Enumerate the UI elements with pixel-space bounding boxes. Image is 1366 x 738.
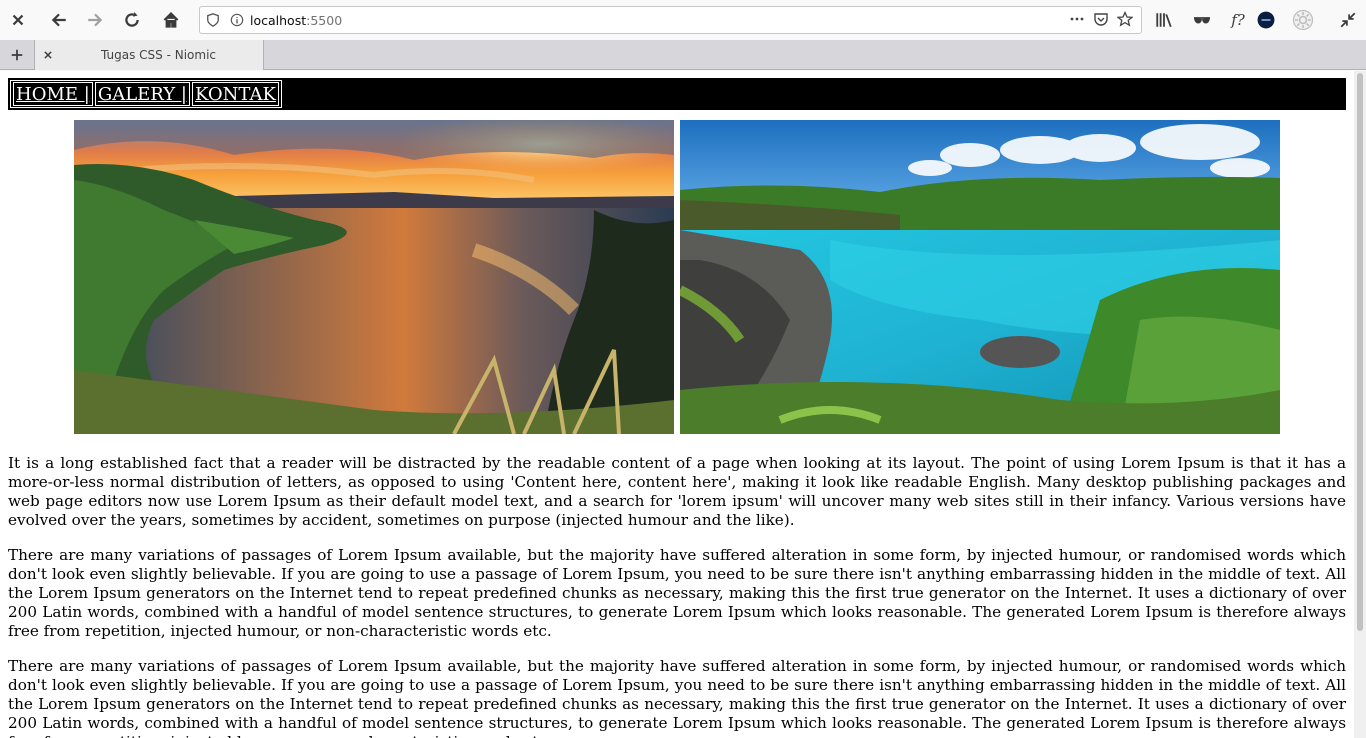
paragraph: There are many variations of passages of…	[8, 657, 1346, 738]
page-viewport: HOME | GALERY | KONTAK It is a long esta…	[0, 71, 1354, 738]
scrollbar[interactable]	[1354, 71, 1366, 738]
nav-item-galery: GALERY |	[94, 82, 190, 106]
paragraph: There are many variations of passages of…	[8, 546, 1346, 640]
nav-link-galery[interactable]: GALERY |	[98, 84, 187, 105]
gear-icon[interactable]	[1289, 6, 1317, 34]
new-tab-icon[interactable]	[4, 43, 30, 67]
shield-icon[interactable]	[206, 13, 220, 27]
formula-icon[interactable]: f?	[1224, 6, 1252, 34]
nav-link-home[interactable]: HOME |	[16, 84, 90, 105]
tab-strip: Tugas CSS - Niomic	[0, 40, 1366, 70]
url-text[interactable]: localhost:5500	[250, 13, 342, 28]
nav-table: HOME | GALERY | KONTAK	[10, 80, 282, 108]
nav-item-kontak: KONTAK	[191, 82, 279, 106]
turquoise-lagoon-image	[680, 120, 1280, 434]
collapse-icon[interactable]	[1334, 6, 1362, 34]
browser-toolbar: localhost:5500 f?	[0, 0, 1366, 40]
top-nav: HOME | GALERY | KONTAK	[8, 78, 1346, 110]
reader-mask-icon[interactable]	[1188, 6, 1216, 34]
info-icon[interactable]	[230, 13, 244, 27]
tab-active[interactable]: Tugas CSS - Niomic	[34, 40, 264, 70]
paragraph: It is a long established fact that a rea…	[8, 454, 1346, 529]
more-icon[interactable]	[1069, 11, 1085, 27]
home-icon[interactable]	[157, 6, 185, 34]
bookmark-star-icon[interactable]	[1117, 11, 1133, 27]
close-icon[interactable]	[4, 6, 32, 34]
article: It is a long established fact that a rea…	[8, 454, 1346, 738]
url-host: localhost	[250, 12, 307, 28]
library-icon[interactable]	[1150, 6, 1178, 34]
reload-icon[interactable]	[118, 6, 146, 34]
nav-item-home: HOME |	[13, 82, 93, 106]
pocket-icon[interactable]	[1093, 11, 1109, 27]
lake-sunset-image	[74, 120, 674, 434]
url-bar[interactable]: localhost:5500	[199, 6, 1142, 34]
tab-title: Tugas CSS - Niomic	[101, 48, 216, 62]
scrollbar-thumb[interactable]	[1357, 73, 1363, 631]
gallery	[74, 120, 1280, 434]
avatar-icon[interactable]	[1252, 6, 1280, 34]
forward-icon[interactable]	[81, 6, 109, 34]
nav-link-kontak[interactable]: KONTAK	[195, 84, 276, 105]
back-icon[interactable]	[45, 6, 73, 34]
tab-close-icon[interactable]	[37, 50, 59, 60]
url-port: :5500	[306, 12, 343, 28]
